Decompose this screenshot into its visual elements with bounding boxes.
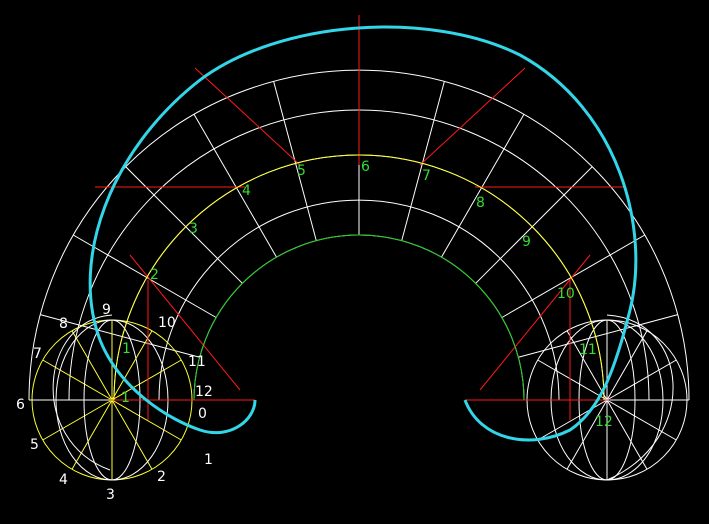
left-label-11: 11 <box>188 354 206 370</box>
left-label-2: 2 <box>157 469 166 485</box>
arch-label-8: 8 <box>476 195 485 211</box>
arch-label-9: 9 <box>522 234 531 250</box>
left-label-5: 5 <box>30 437 39 453</box>
left-label-8: 8 <box>59 316 68 332</box>
arch-label-2: 2 <box>150 267 159 283</box>
left-label-6: 6 <box>16 397 25 413</box>
left-label-10: 10 <box>158 315 176 331</box>
left-label-1: 1 <box>204 452 213 468</box>
left-label-7: 7 <box>33 346 42 362</box>
arch-label-12: 12 <box>595 414 613 430</box>
left-label-12: 12 <box>195 384 213 400</box>
left-green-label-b: 1 <box>121 390 130 406</box>
left-label-4: 4 <box>59 472 68 488</box>
arch-label-10: 10 <box>557 286 575 302</box>
left-label-0: 0 <box>198 406 207 422</box>
drawing-canvas: 2 3 4 5 6 7 8 9 10 11 12 0 1 2 3 4 5 6 7… <box>0 0 709 519</box>
arch-label-3: 3 <box>189 221 198 237</box>
left-label-3: 3 <box>106 487 115 503</box>
helix-construction-drawing: 2 3 4 5 6 7 8 9 10 11 12 0 1 2 3 4 5 6 7… <box>0 0 709 519</box>
arch-label-7: 7 <box>422 168 431 184</box>
left-label-9: 9 <box>102 302 111 318</box>
left-green-label-a: 1 <box>122 341 131 357</box>
arch-label-11: 11 <box>579 342 597 358</box>
arch-label-5: 5 <box>297 163 306 179</box>
arch-label-4: 4 <box>242 183 251 199</box>
arch-label-6: 6 <box>361 159 370 175</box>
